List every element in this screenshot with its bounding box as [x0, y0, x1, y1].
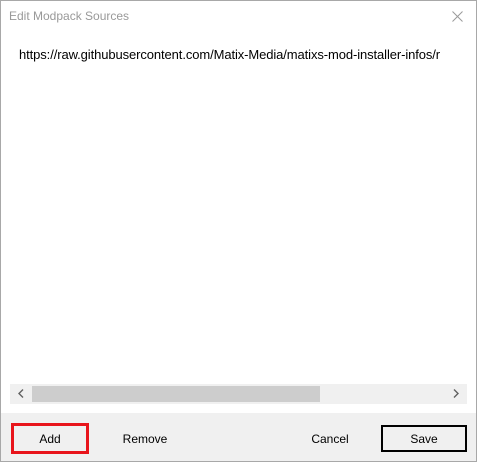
save-button[interactable]: Save — [381, 425, 467, 452]
title-bar: Edit Modpack Sources — [1, 1, 476, 32]
edit-modpack-sources-dialog: Edit Modpack Sources https://raw.githubu… — [0, 0, 477, 462]
remove-button[interactable]: Remove — [106, 426, 184, 452]
horizontal-scrollbar[interactable] — [10, 384, 467, 404]
scroll-right-button[interactable] — [447, 384, 465, 404]
close-button[interactable] — [444, 4, 470, 28]
chevron-left-icon — [18, 385, 24, 403]
cancel-button[interactable]: Cancel — [291, 426, 369, 452]
sources-list[interactable]: https://raw.githubusercontent.com/Matix-… — [10, 32, 467, 404]
window-title: Edit Modpack Sources — [9, 9, 130, 23]
add-button[interactable]: Add — [11, 423, 89, 454]
scroll-thumb[interactable] — [32, 386, 320, 402]
close-icon — [451, 10, 463, 22]
scroll-left-button[interactable] — [12, 384, 30, 404]
list-item[interactable]: https://raw.githubusercontent.com/Matix-… — [19, 47, 440, 62]
chevron-right-icon — [453, 385, 459, 403]
